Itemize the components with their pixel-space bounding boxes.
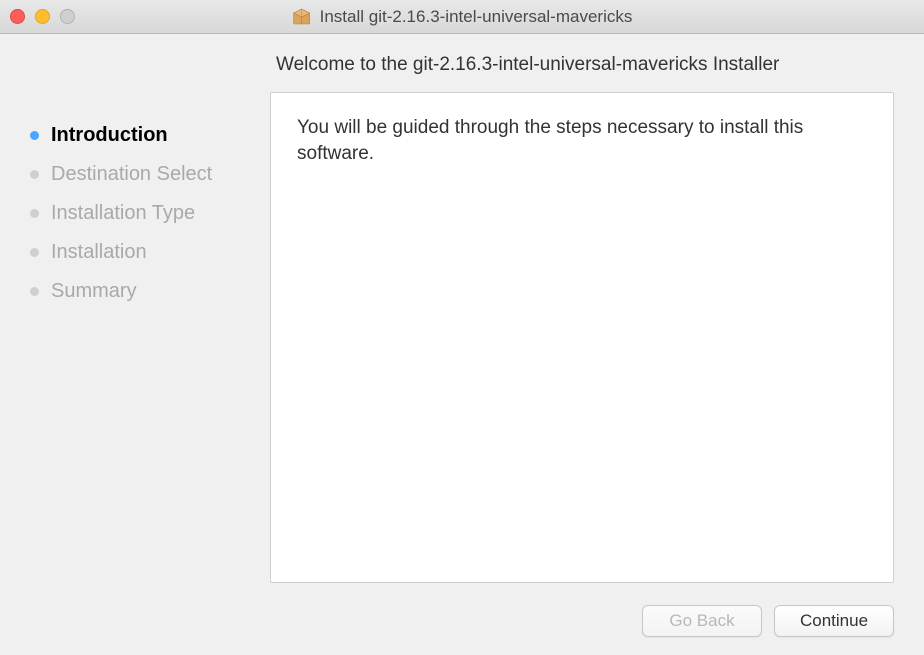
step-summary: Summary xyxy=(30,280,270,303)
step-label: Installation Type xyxy=(51,202,195,225)
content-text: You will be guided through the steps nec… xyxy=(297,115,867,166)
step-bullet-icon xyxy=(30,287,39,296)
go-back-button: Go Back xyxy=(642,605,762,637)
traffic-lights xyxy=(10,9,75,24)
window-title: Install git-2.16.3-intel-universal-maver… xyxy=(320,7,633,27)
sidebar: Introduction Destination Select Installa… xyxy=(0,34,270,595)
step-installation: Installation xyxy=(30,241,270,264)
installer-window: Install git-2.16.3-intel-universal-maver… xyxy=(0,0,924,655)
package-icon xyxy=(292,7,312,27)
zoom-window-button xyxy=(60,9,75,24)
titlebar: Install git-2.16.3-intel-universal-maver… xyxy=(0,0,924,34)
step-bullet-icon xyxy=(30,248,39,257)
welcome-heading: Welcome to the git-2.16.3-intel-universa… xyxy=(276,54,894,76)
step-label: Destination Select xyxy=(51,163,212,186)
step-bullet-icon xyxy=(30,170,39,179)
step-introduction: Introduction xyxy=(30,124,270,147)
continue-button[interactable]: Continue xyxy=(774,605,894,637)
step-bullet-icon xyxy=(30,131,39,140)
content-area: Introduction Destination Select Installa… xyxy=(0,34,924,655)
step-label: Summary xyxy=(51,280,137,303)
step-list: Introduction Destination Select Installa… xyxy=(30,124,270,303)
close-window-button[interactable] xyxy=(10,9,25,24)
main-row: Introduction Destination Select Installa… xyxy=(0,34,924,595)
step-destination-select: Destination Select xyxy=(30,163,270,186)
step-bullet-icon xyxy=(30,209,39,218)
title-center: Install git-2.16.3-intel-universal-maver… xyxy=(292,7,633,27)
step-installation-type: Installation Type xyxy=(30,202,270,225)
step-label: Installation xyxy=(51,241,147,264)
step-label: Introduction xyxy=(51,124,168,147)
button-row: Go Back Continue xyxy=(0,595,924,655)
content-box: You will be guided through the steps nec… xyxy=(270,92,894,583)
minimize-window-button[interactable] xyxy=(35,9,50,24)
main-panel: Welcome to the git-2.16.3-intel-universa… xyxy=(270,34,924,595)
